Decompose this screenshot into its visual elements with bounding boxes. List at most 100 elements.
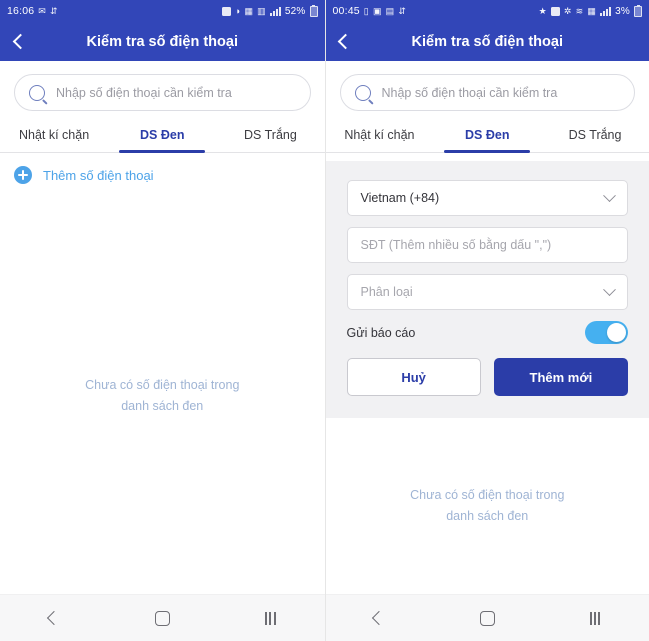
- nav-recents-button[interactable]: [243, 595, 297, 641]
- dual-sim-icon: ▦: [587, 5, 597, 16]
- search-input[interactable]: Nhập số điện thoại cần kiểm tra: [339, 74, 635, 111]
- form-button-row: Huỷ Thêm mới: [346, 358, 628, 396]
- tab-label: Nhật kí chặn: [18, 128, 90, 142]
- battery-percent: 52%: [284, 5, 306, 17]
- screenshot-icon: [221, 6, 231, 16]
- tab-label: DS Đen: [465, 128, 510, 142]
- add-phone-number-label: Thêm số điện thoại: [43, 167, 154, 183]
- lock-icon: ▣: [372, 5, 382, 16]
- signal-bars-icon: [600, 6, 612, 16]
- tab-block-log[interactable]: Nhật kí chặn: [326, 122, 434, 152]
- nav-recents-icon: [265, 611, 276, 625]
- gallery-icon: ▤: [385, 5, 395, 16]
- search-placeholder: Nhập số điện thoại cần kiểm tra: [56, 85, 232, 100]
- category-select[interactable]: Phân loại: [346, 274, 628, 310]
- tab-bar-right: Nhật kí chặn DS Đen DS Trắng: [325, 122, 649, 153]
- tab-blacklist[interactable]: DS Đen: [108, 122, 216, 152]
- nav-back-button[interactable]: [27, 595, 81, 641]
- system-nav-bar-left: [0, 594, 325, 641]
- status-bar-left-group: 16:06 ✉ ⇵: [7, 5, 58, 17]
- status-bar-right-group: ◑ ▦ ▥ 52%: [221, 4, 318, 17]
- add-phone-number-button[interactable]: Thêm số điện thoại: [0, 153, 325, 197]
- country-select-value: Vietnam (+84): [360, 191, 440, 205]
- status-bar-left: 16:06 ✉ ⇵ ◑ ▦ ▥ 52%: [0, 0, 325, 22]
- empty-state-line1: Chưa có số điện thoại trong: [410, 488, 565, 502]
- header-back-button[interactable]: [0, 22, 40, 61]
- submit-add-button[interactable]: Thêm mới: [493, 358, 628, 396]
- nav-recents-icon: [589, 611, 601, 625]
- empty-state-line2: danh sách đen: [121, 398, 204, 413]
- nav-back-icon: [47, 610, 62, 626]
- send-report-label: Gửi báo cáo: [346, 325, 416, 340]
- nav-home-button[interactable]: [460, 595, 514, 641]
- page-title: Kiểm tra số điện thoại: [86, 33, 238, 50]
- header-back-button[interactable]: [326, 22, 366, 61]
- star-icon: ★: [538, 5, 547, 16]
- chevron-left-icon: [12, 33, 28, 50]
- empty-state-line2: danh sách đen: [446, 509, 529, 523]
- search-container-right: Nhập số điện thoại cần kiểm tra: [325, 61, 649, 122]
- dual-sim-icon: ▦: [244, 5, 254, 16]
- page-title: Kiểm tra số điện thoại: [411, 33, 563, 50]
- send-report-row: Gửi báo cáo: [346, 321, 628, 344]
- nav-back-button[interactable]: [352, 595, 406, 641]
- cancel-button[interactable]: Huỷ: [346, 358, 481, 396]
- signal-bars-icon: [269, 6, 281, 16]
- message-icon: ✉: [38, 5, 47, 16]
- plus-circle-icon: [14, 166, 32, 184]
- add-number-form-panel: Vietnam (+84) SĐT (Thêm nhiều số bằng dấ…: [325, 161, 649, 418]
- tab-label: Nhật kí chặn: [344, 128, 415, 142]
- phone-number-input[interactable]: SĐT (Thêm nhiều số bằng dấu ","): [346, 227, 628, 263]
- bluetooth-icon: ✲: [563, 5, 572, 16]
- chevron-down-icon: [603, 282, 616, 296]
- empty-state-left: Chưa có số điện thoại trong danh sách đe…: [0, 197, 325, 594]
- send-report-toggle[interactable]: [585, 321, 628, 344]
- phone-number-placeholder: SĐT (Thêm nhiều số bằng dấu ","): [360, 238, 552, 252]
- screenshot-root: 16:06 ✉ ⇵ ◑ ▦ ▥ 52% Kiểm tra số điện tho…: [0, 0, 649, 641]
- battery-icon: [309, 4, 318, 17]
- wifi-icon: ≋: [575, 5, 584, 16]
- tab-label: DS Đen: [140, 128, 185, 142]
- status-bar-left-group: 00:45 ▯ ▣ ▤ ⇵: [333, 5, 407, 17]
- app-header-left: Kiểm tra số điện thoại: [0, 22, 325, 61]
- empty-state-text: Chưa có số điện thoại trong danh sách đe…: [85, 375, 239, 417]
- tab-whitelist[interactable]: DS Trắng: [216, 122, 324, 152]
- tab-block-log[interactable]: Nhật kí chặn: [0, 122, 108, 152]
- empty-state-right: Chưa có số điện thoại trong danh sách đe…: [326, 418, 649, 594]
- system-nav-bar-right: [325, 594, 649, 641]
- app-header-right: Kiểm tra số điện thoại: [325, 22, 649, 61]
- battery-saver-icon: ▯: [363, 5, 369, 16]
- chevron-left-icon: [337, 33, 354, 50]
- search-placeholder: Nhập số điện thoại cần kiểm tra: [381, 85, 558, 100]
- tab-label: DS Trắng: [244, 128, 297, 142]
- status-bar-right: 00:45 ▯ ▣ ▤ ⇵ ★ ✲ ≋ ▦ 3%: [325, 0, 649, 22]
- data-usage-icon: ⇵: [50, 5, 58, 16]
- nav-back-icon: [372, 610, 387, 626]
- phone-screen-left: 16:06 ✉ ⇵ ◑ ▦ ▥ 52% Kiểm tra số điện tho…: [0, 0, 325, 641]
- empty-state-line1: Chưa có số điện thoại trong: [85, 377, 240, 392]
- status-clock: 00:45: [332, 5, 360, 17]
- status-bar-right-group: ★ ✲ ≋ ▦ 3%: [538, 4, 642, 17]
- search-icon: [354, 84, 371, 101]
- nav-home-icon: [154, 610, 170, 626]
- toggle-knob: [607, 323, 626, 342]
- status-clock: 16:06: [7, 5, 35, 17]
- tab-whitelist[interactable]: DS Trắng: [541, 122, 649, 152]
- battery-icon: [634, 4, 642, 17]
- country-select[interactable]: Vietnam (+84): [346, 180, 628, 216]
- nav-recents-button[interactable]: [568, 595, 622, 641]
- search-container-left: Nhập số điện thoại cần kiểm tra: [0, 61, 325, 122]
- phone-screen-right: 00:45 ▯ ▣ ▤ ⇵ ★ ✲ ≋ ▦ 3% Kiểm tra số điệ: [324, 0, 649, 641]
- search-icon: [29, 84, 45, 101]
- alarm-icon: [550, 6, 560, 16]
- battery-percent: 3%: [615, 5, 630, 17]
- tab-bar-left: Nhật kí chặn DS Đen DS Trắng: [0, 122, 325, 153]
- chevron-down-icon: [603, 188, 616, 202]
- nav-home-icon: [479, 610, 495, 626]
- nfc-icon: ▥: [257, 5, 266, 16]
- search-input[interactable]: Nhập số điện thoại cần kiểm tra: [14, 74, 311, 111]
- data-usage-icon: ⇵: [398, 5, 407, 16]
- category-select-placeholder: Phân loại: [360, 285, 413, 299]
- nav-home-button[interactable]: [135, 595, 189, 641]
- tab-blacklist[interactable]: DS Đen: [433, 122, 541, 152]
